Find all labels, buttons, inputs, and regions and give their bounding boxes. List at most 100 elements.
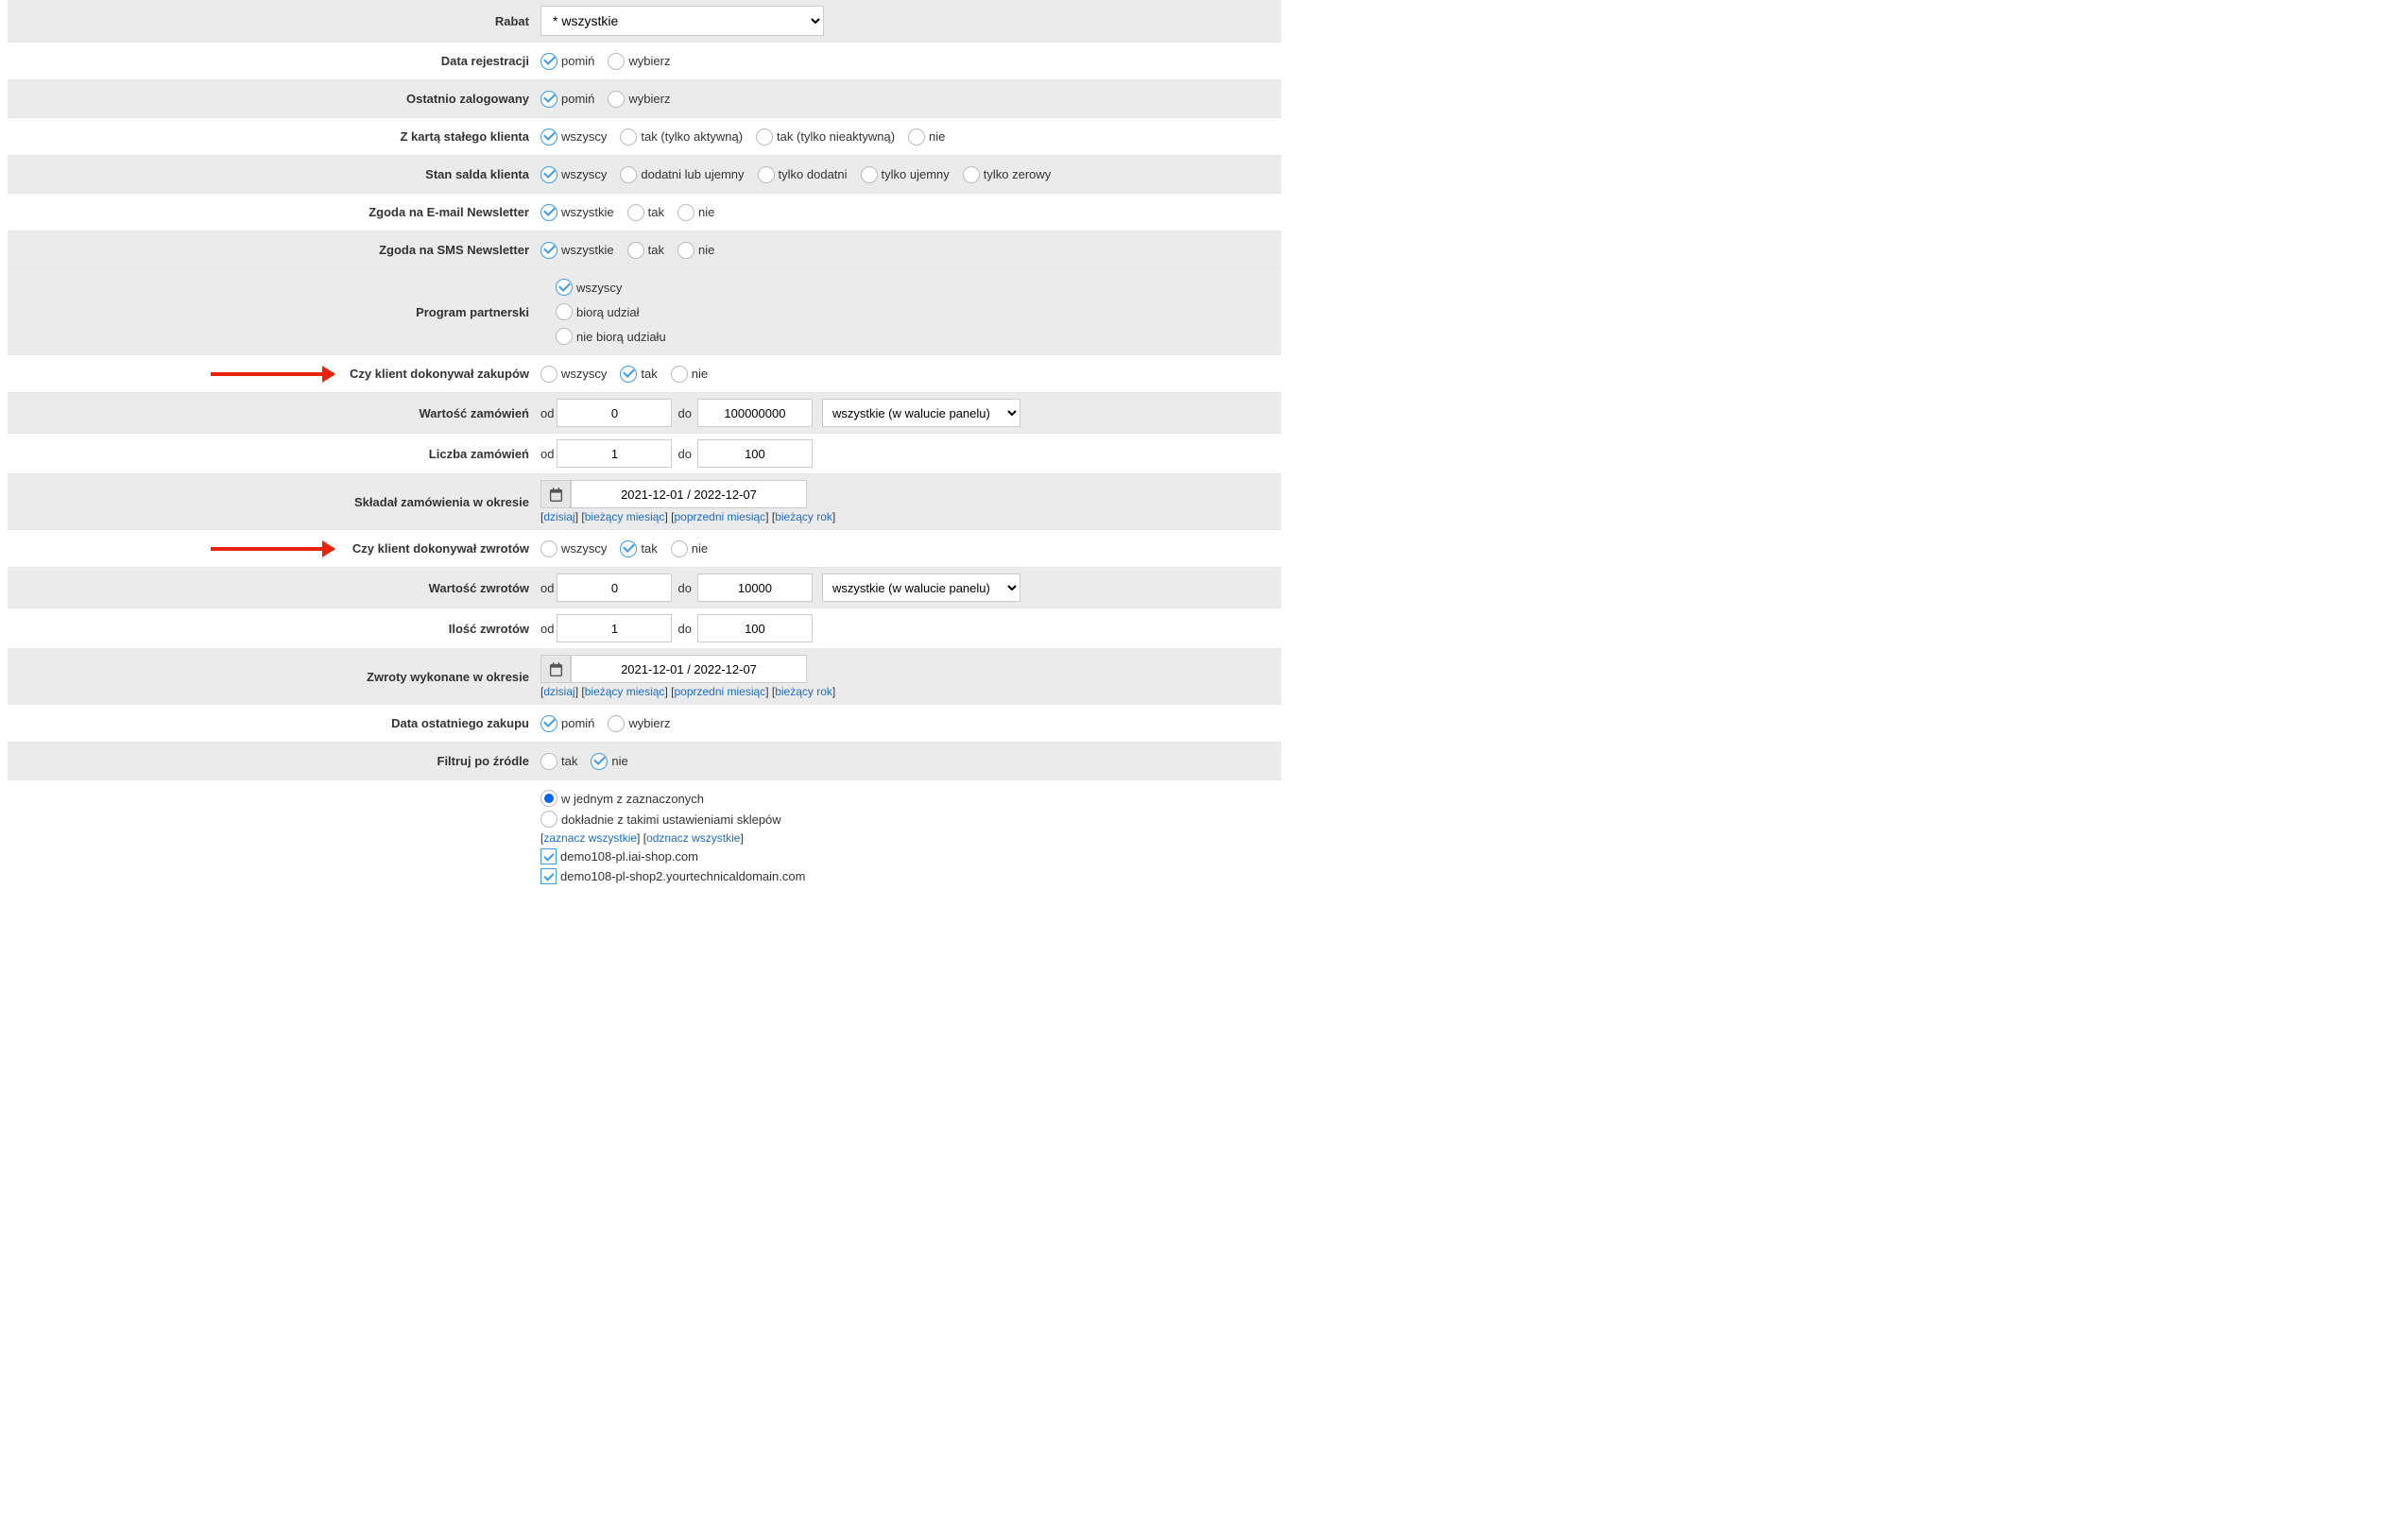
row-dokonywal-zwrotow: Czy klient dokonywał zwrotów wszyscy tak… (8, 530, 1281, 568)
label-zwroty-wykonane: Zwroty wykonane w okresie (8, 649, 537, 704)
calendar-icon[interactable] (540, 480, 571, 508)
radio-saldo-tylko-zerowy[interactable]: tylko zerowy (963, 166, 1052, 183)
date-links-zwroty: [dzisiaj] [bieżący miesiąc] [poprzedni m… (540, 685, 835, 698)
rabat-select[interactable]: * wszystkie (540, 6, 824, 36)
radio-sms-tak[interactable]: tak (627, 242, 664, 259)
row-skladal-zamowienia: Składał zamówienia w okresie [dzisiaj] [… (8, 474, 1281, 530)
date-link-biezacy-miesiac[interactable]: bieżący miesiąc (585, 510, 665, 523)
date-link-poprzedni-miesiac[interactable]: poprzedni miesiąc (674, 685, 765, 698)
radio-rejestracja-wybierz[interactable]: wybierz (608, 53, 670, 70)
date-link-dzisiaj[interactable]: dzisiaj (543, 685, 574, 698)
radio-karta-tak-aktywna[interactable]: tak (tylko aktywną) (620, 128, 743, 145)
radio-email-nie[interactable]: nie (677, 204, 714, 221)
radio-zwroty-tak[interactable]: tak (620, 540, 657, 557)
date-link-dzisiaj[interactable]: dzisiaj (543, 510, 574, 523)
do-label: do (677, 581, 691, 595)
radio-sms-wszystkie[interactable]: wszystkie (540, 242, 614, 259)
label-zgoda-email: Zgoda na E-mail Newsletter (8, 194, 537, 231)
label-shops-empty (8, 780, 537, 890)
radio-zakupy-wszyscy[interactable]: wszyscy (540, 366, 607, 383)
label-stan-salda: Stan salda klienta (8, 156, 537, 193)
radio-karta-wszyscy[interactable]: wszyscy (540, 128, 607, 145)
liczba-zamowien-do-input[interactable] (697, 439, 813, 468)
row-dokonywal-zakupow: Czy klient dokonywał zakupów wszyscy tak… (8, 355, 1281, 393)
od-label: od (540, 581, 554, 595)
row-wartosc-zamowien: Wartość zamówień od do wszystkie (w walu… (8, 393, 1281, 434)
od-label: od (540, 447, 554, 461)
date-link-biezacy-rok[interactable]: bieżący rok (775, 685, 832, 698)
date-link-poprzedni-miesiac[interactable]: poprzedni miesiąc (674, 510, 765, 523)
radio-sms-nie[interactable]: nie (677, 242, 714, 259)
od-label: od (540, 406, 554, 420)
label-wartosc-zamowien: Wartość zamówień (8, 393, 537, 433)
link-odznacz-wszystkie[interactable]: odznacz wszystkie (646, 831, 740, 845)
label-filtruj-po-zrodle: Filtruj po źródle (8, 743, 537, 779)
date-range-zwroty-input[interactable] (571, 655, 807, 683)
radio-partner-wszyscy[interactable]: wszyscy (556, 279, 622, 296)
currency-select-zamowien[interactable]: wszystkie (w walucie panelu) (822, 399, 1020, 427)
arrow-icon (211, 547, 334, 551)
liczba-zamowien-od-input[interactable] (557, 439, 672, 468)
link-zaznacz-wszystkie[interactable]: zaznacz wszystkie (543, 831, 637, 845)
radio-saldo-wszyscy[interactable]: wszyscy (540, 166, 607, 183)
row-data-rejestracji: Data rejestracji pomiń wybierz (8, 43, 1281, 80)
wartosc-zamowien-do-input[interactable] (697, 399, 813, 427)
radio-partner-biora[interactable]: biorą udział (556, 303, 640, 320)
radio-saldo-tylko-ujemny[interactable]: tylko ujemny (861, 166, 950, 183)
row-stan-salda: Stan salda klienta wszyscy dodatni lub u… (8, 156, 1281, 194)
calendar-icon[interactable] (540, 655, 571, 683)
radio-zakup-pomin[interactable]: pomiń (540, 715, 594, 732)
radio-karta-nie[interactable]: nie (908, 128, 945, 145)
radio-partner-nie-biora[interactable]: nie biorą udziału (556, 328, 666, 345)
label-dokonywal-zakupow: Czy klient dokonywał zakupów (8, 355, 537, 392)
shops-select-links: [zaznacz wszystkie] [odznacz wszystkie] (540, 831, 805, 845)
checkbox-shop-2[interactable]: demo108-pl-shop2.yourtechnicaldomain.com (540, 868, 805, 884)
label-wartosc-zwrotow: Wartość zwrotów (8, 568, 537, 607)
radio-zakupy-tak[interactable]: tak (620, 366, 657, 383)
radio-karta-tak-nieaktywna[interactable]: tak (tylko nieaktywną) (756, 128, 895, 145)
radio-dokladnie[interactable]: dokładnie z takimi ustawieniami sklepów (540, 811, 792, 828)
wartosc-zwrotow-do-input[interactable] (697, 573, 813, 602)
do-label: do (677, 406, 691, 420)
label-dokonywal-zwrotow: Czy klient dokonywał zwrotów (8, 530, 537, 567)
radio-saldo-dodatni-ujemny[interactable]: dodatni lub ujemny (620, 166, 744, 183)
row-ostatnio-zalogowany: Ostatnio zalogowany pomiń wybierz (8, 80, 1281, 118)
row-ilosc-zwrotow: Ilość zwrotów od do (8, 608, 1281, 649)
radio-zakupy-nie[interactable]: nie (671, 366, 708, 383)
radio-email-wszystkie[interactable]: wszystkie (540, 204, 614, 221)
do-label: do (677, 622, 691, 636)
row-shops: w jednym z zaznaczonych dokładnie z taki… (8, 780, 1281, 890)
date-links-zamowienia: [dzisiaj] [bieżący miesiąc] [poprzedni m… (540, 510, 835, 523)
radio-zrodlo-tak[interactable]: tak (540, 753, 577, 770)
wartosc-zamowien-od-input[interactable] (557, 399, 672, 427)
row-zwroty-wykonane: Zwroty wykonane w okresie [dzisiaj] [bie… (8, 649, 1281, 705)
radio-zwroty-nie[interactable]: nie (671, 540, 708, 557)
label-ilosc-zwrotow: Ilość zwrotów (8, 608, 537, 648)
radio-zalogowany-pomin[interactable]: pomiń (540, 91, 594, 108)
wartosc-zwrotow-od-input[interactable] (557, 573, 672, 602)
do-label: do (677, 447, 691, 461)
row-zgoda-email: Zgoda na E-mail Newsletter wszystkie tak… (8, 194, 1281, 231)
radio-zalogowany-wybierz[interactable]: wybierz (608, 91, 670, 108)
date-link-biezacy-rok[interactable]: bieżący rok (775, 510, 832, 523)
row-zgoda-sms: Zgoda na SMS Newsletter wszystkie tak ni… (8, 231, 1281, 269)
label-data-rejestracji: Data rejestracji (8, 43, 537, 79)
row-wartosc-zwrotow: Wartość zwrotów od do wszystkie (w waluc… (8, 568, 1281, 608)
row-rabat: Rabat * wszystkie (8, 0, 1281, 43)
radio-zrodlo-nie[interactable]: nie (591, 753, 627, 770)
currency-select-zwrotow[interactable]: wszystkie (w walucie panelu) (822, 573, 1020, 602)
radio-saldo-tylko-dodatni[interactable]: tylko dodatni (758, 166, 848, 183)
ilosc-zwrotow-do-input[interactable] (697, 614, 813, 642)
checkbox-shop-1[interactable]: demo108-pl.iai-shop.com (540, 848, 805, 864)
radio-zakup-wybierz[interactable]: wybierz (608, 715, 670, 732)
label-ostatnio-zalogowany: Ostatnio zalogowany (8, 80, 537, 117)
radio-email-tak[interactable]: tak (627, 204, 664, 221)
ilosc-zwrotow-od-input[interactable] (557, 614, 672, 642)
radio-w-jednym[interactable]: w jednym z zaznaczonych (540, 790, 792, 807)
radio-rejestracja-pomin[interactable]: pomiń (540, 53, 594, 70)
radio-zwroty-wszyscy[interactable]: wszyscy (540, 540, 607, 557)
label-data-ostatniego-zakupu: Data ostatniego zakupu (8, 705, 537, 742)
row-program-partnerski: Program partnerski wszyscy biorą udział … (8, 269, 1281, 355)
date-range-zamowienia-input[interactable] (571, 480, 807, 508)
date-link-biezacy-miesiac[interactable]: bieżący miesiąc (585, 685, 665, 698)
